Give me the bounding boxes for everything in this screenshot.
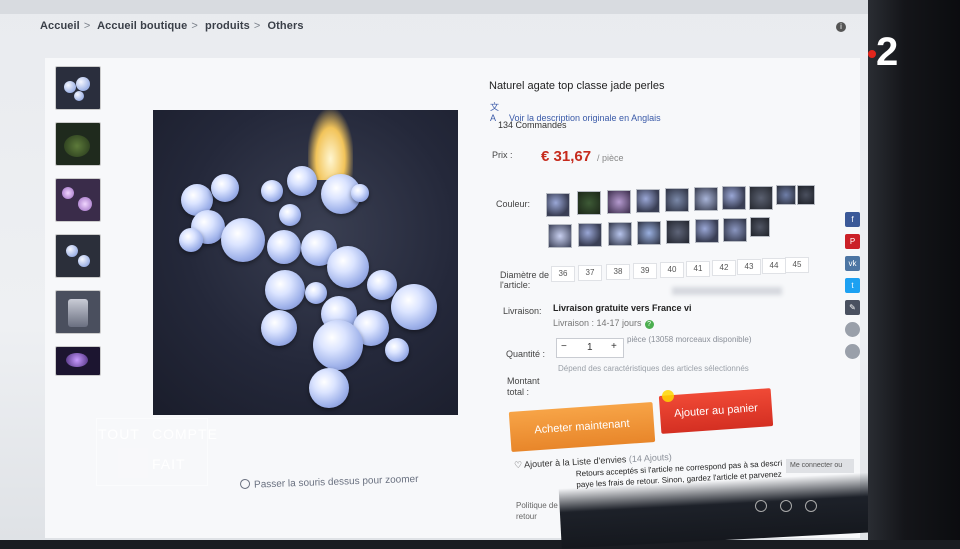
price-label: Prix : <box>492 150 513 160</box>
diameter-label: Diamètre de l'article: <box>500 270 550 290</box>
color-swatch[interactable] <box>750 217 770 237</box>
logo-square <box>118 448 148 478</box>
logo-line-3: FAIT <box>152 456 186 472</box>
delivery-value: Livraison gratuite vers France vi <box>553 303 692 313</box>
breadcrumb-products[interactable]: produits <box>205 20 250 32</box>
color-swatch[interactable] <box>637 221 661 245</box>
edit-icon[interactable]: ✎ <box>845 300 860 315</box>
delivery-blurred-text <box>672 287 782 295</box>
taskbar-icon[interactable] <box>780 500 792 512</box>
size-option[interactable]: 45 <box>785 257 809 273</box>
breadcrumb-others[interactable]: Others <box>268 20 304 32</box>
color-swatch[interactable] <box>578 223 602 247</box>
color-swatch[interactable] <box>797 185 815 205</box>
heart-icon: ♡ <box>513 459 525 471</box>
info-icon[interactable]: i <box>836 22 846 32</box>
product-main-image[interactable] <box>153 110 458 415</box>
color-swatch[interactable] <box>548 224 572 248</box>
vk-icon[interactable]: vk <box>845 256 860 271</box>
breadcrumb-home[interactable]: Accueil <box>40 20 80 32</box>
delivery-label: Livraison: <box>503 306 542 316</box>
logo-line-1: TOUT <box>98 426 140 442</box>
size-option[interactable]: 44 <box>762 258 786 274</box>
show-logo: TOUT COMPTE FAIT <box>96 418 217 486</box>
breadcrumb: Accueil > Accueil boutique > produits > Oth… <box>40 20 308 32</box>
quantity-minus-button[interactable]: − <box>561 341 567 352</box>
thumbnail-6[interactable] <box>55 346 101 376</box>
quantity-stepper: − 1 + <box>556 338 624 358</box>
social-share-bar: f P vk t ✎ <box>845 212 863 366</box>
size-option[interactable]: 40 <box>660 262 684 278</box>
breadcrumb-separator: > <box>83 20 91 32</box>
color-swatch[interactable] <box>694 187 718 211</box>
breadcrumb-shop[interactable]: Accueil boutique <box>97 20 187 32</box>
size-option[interactable]: 39 <box>633 263 657 279</box>
breadcrumb-separator: > <box>191 20 198 32</box>
color-swatch[interactable] <box>636 189 660 213</box>
browser-toolbar <box>0 0 870 14</box>
color-swatch[interactable] <box>607 190 631 214</box>
delivery-days-text: Livraison : 14-17 jours <box>553 318 642 328</box>
color-swatch[interactable] <box>665 188 689 212</box>
thumbnail-3[interactable] <box>55 178 101 222</box>
color-swatch[interactable] <box>546 193 570 217</box>
size-option[interactable]: 42 <box>712 260 736 276</box>
color-label: Couleur: <box>496 199 531 209</box>
help-icon[interactable]: ? <box>644 320 654 329</box>
color-swatch[interactable] <box>608 222 632 246</box>
channel-logo-dot <box>868 50 876 58</box>
quantity-label: Quantité : <box>506 349 546 359</box>
breadcrumb-separator: > <box>253 20 261 32</box>
circle-icon[interactable] <box>845 322 860 337</box>
price-unit: / pièce <box>597 153 624 163</box>
thumbnail-list <box>55 66 105 388</box>
mouse-cursor-highlight <box>662 390 674 402</box>
price-value: € 31,67 <box>541 148 592 165</box>
delivery-days: Livraison : 14-17 jours? <box>553 318 654 329</box>
color-swatch[interactable] <box>776 185 796 205</box>
product-title: Naturel agate top classe jade perles <box>489 80 665 92</box>
color-swatch[interactable] <box>749 186 773 210</box>
login-popup[interactable]: Me connecter ou <box>786 459 854 473</box>
order-count: 134 Commandes <box>498 120 567 130</box>
color-swatch[interactable] <box>723 218 747 242</box>
add-to-cart-button[interactable]: Ajouter au panier <box>658 388 774 434</box>
thumbnail-4[interactable] <box>55 234 101 278</box>
pinterest-icon[interactable]: P <box>845 234 860 249</box>
thumbnail-2[interactable] <box>55 122 101 166</box>
monitor-bezel <box>868 0 960 540</box>
taskbar-icon[interactable] <box>805 500 817 512</box>
total-value: Dépend des caractéristiques des articles… <box>558 364 749 373</box>
quantity-input[interactable]: 1 <box>587 342 593 353</box>
zoom-icon <box>239 478 251 490</box>
total-label: Montant total : <box>507 376 540 397</box>
logo-line-2: COMPTE <box>152 426 218 442</box>
color-swatch[interactable] <box>666 220 690 244</box>
thumbnail-5[interactable] <box>55 290 101 334</box>
quantity-availability: pièce (13058 morceaux disponible) <box>627 335 752 344</box>
light-reflection <box>308 110 353 180</box>
translate-icon: 文A <box>490 102 500 123</box>
wishlist-count: (14 Ajouts) <box>628 451 673 465</box>
channel-logo: 2 <box>868 30 908 74</box>
twitter-icon[interactable]: t <box>845 278 860 293</box>
thumbnail-1[interactable] <box>55 66 101 110</box>
circle-icon[interactable] <box>845 344 860 359</box>
color-swatch[interactable] <box>722 186 746 210</box>
size-option[interactable]: 36 <box>551 266 575 282</box>
size-option[interactable]: 38 <box>606 264 630 280</box>
size-option[interactable]: 37 <box>578 265 602 281</box>
color-swatch[interactable] <box>577 191 601 215</box>
facebook-icon[interactable]: f <box>845 212 860 227</box>
channel-logo-number: 2 <box>876 30 899 74</box>
taskbar-icon[interactable] <box>755 500 767 512</box>
quantity-plus-button[interactable]: + <box>611 341 617 352</box>
color-swatch[interactable] <box>695 219 719 243</box>
size-option[interactable]: 41 <box>686 261 710 277</box>
size-option[interactable]: 43 <box>737 259 761 275</box>
